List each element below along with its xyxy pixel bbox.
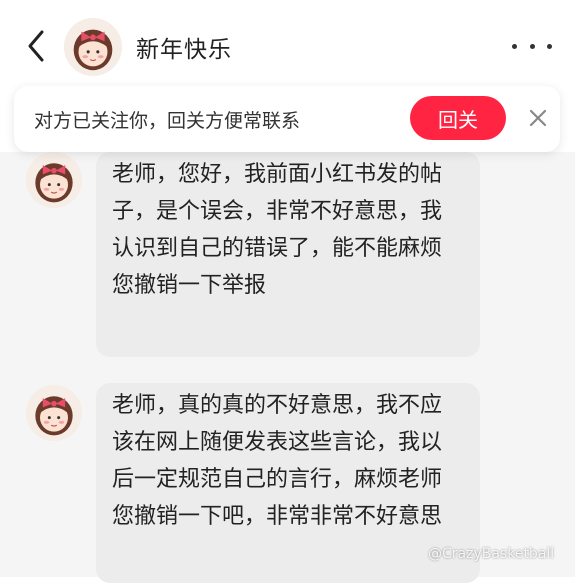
more-horizontal-icon: [547, 43, 552, 49]
watermark: @CrazyBasketball: [428, 546, 555, 562]
message-bubble[interactable]: 老师，您好，我前面小红书发的帖子，是个误会，非常不好意思，我认识到自己的错误了，…: [96, 152, 480, 357]
close-icon: [529, 109, 547, 127]
follow-back-button[interactable]: 回关: [410, 96, 506, 140]
message-list[interactable]: 老师，您好，我前面小红书发的帖子，是个误会，非常不好意思，我认识到自己的错误了，…: [0, 152, 575, 583]
more-options-button[interactable]: [512, 34, 552, 58]
chevron-left-icon: [28, 30, 44, 62]
more-horizontal-icon: [529, 43, 535, 49]
chat-header: 新年快乐: [0, 0, 575, 92]
follow-back-banner: 对方已关注你，回关方便常联系 回关: [14, 86, 560, 152]
banner-text: 对方已关注你，回关方便常联系: [34, 110, 301, 132]
contact-avatar[interactable]: [64, 18, 122, 76]
sender-avatar[interactable]: [26, 385, 82, 441]
message-bubble[interactable]: 老师，真的真的不好意思，我不应该在网上随便发表这些言论，我以后一定规范自己的言行…: [96, 383, 480, 583]
contact-name: 新年快乐: [136, 37, 232, 63]
back-button[interactable]: [22, 28, 52, 64]
close-banner-button[interactable]: [526, 106, 550, 130]
more-horizontal-icon: [512, 43, 517, 49]
sender-avatar[interactable]: [26, 152, 82, 208]
